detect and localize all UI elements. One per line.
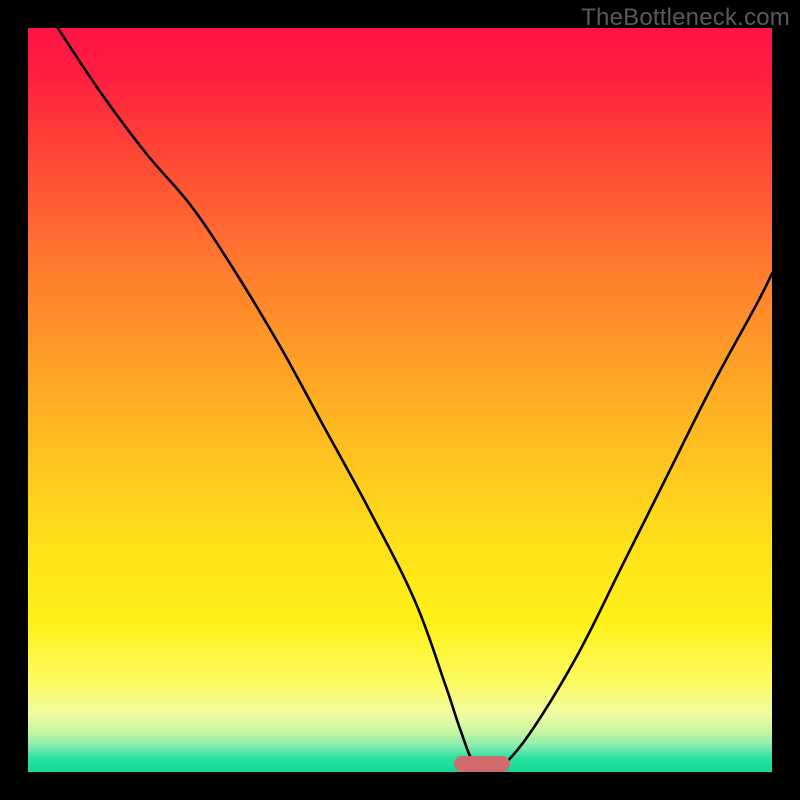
watermark-text: TheBottleneck.com bbox=[581, 4, 790, 32]
plot-area bbox=[28, 28, 772, 772]
optimal-marker bbox=[454, 756, 510, 772]
chart-frame: TheBottleneck.com bbox=[0, 0, 800, 800]
bottleneck-curve bbox=[28, 28, 772, 772]
